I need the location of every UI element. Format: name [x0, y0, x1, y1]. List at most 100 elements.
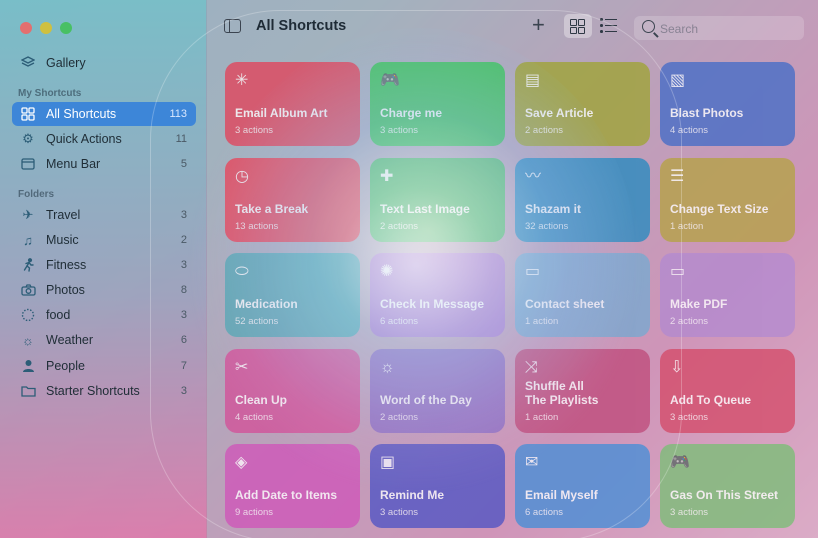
folder-icon: [20, 383, 36, 399]
sidebar-item-count: 5: [180, 158, 187, 170]
sidebar-folder-fitness[interactable]: Fitness 3: [12, 253, 196, 277]
lightbulb-icon: ✺: [380, 263, 394, 280]
sidebar-folder-music[interactable]: ♫ Music 2: [12, 228, 196, 252]
sidebar-item-count: 7: [180, 360, 187, 372]
sidebar-folder-people[interactable]: People 7: [12, 354, 196, 378]
sparkle-icon: ✳: [235, 72, 249, 89]
grid-view-button[interactable]: [564, 14, 592, 38]
shortcut-card[interactable]: ✺ Check In Message 6 actions: [370, 253, 505, 337]
message-plus-icon: ✚: [380, 167, 394, 185]
shortcut-title: Word of the Day: [380, 392, 472, 407]
sidebar-toggle-icon[interactable]: [224, 19, 241, 33]
sidebar-folder-starter-shortcuts[interactable]: Starter Shortcuts 3: [12, 379, 196, 403]
shortcut-title: Add To Queue: [670, 392, 752, 407]
game-controller-icon: 🎮: [670, 454, 690, 471]
shortcut-title: Remind Me: [380, 488, 445, 502]
sidebar-folder-photos[interactable]: Photos 8: [12, 278, 196, 302]
person-icon: [20, 358, 36, 374]
shortcut-action-count: 3 actions: [670, 507, 709, 518]
shortcut-action-count: 3 actions: [380, 125, 419, 136]
sidebar-folder-weather[interactable]: ☼ Weather 6: [12, 328, 196, 352]
shortcut-card[interactable]: 🎮 Gas On This Street 3 actions: [660, 444, 795, 528]
shortcut-action-count: 4 actions: [670, 125, 709, 136]
tray-down-icon: ⇩: [670, 358, 684, 376]
grid-icon: [20, 106, 36, 122]
sidebar-item-label: Starter Shortcuts: [46, 384, 140, 398]
shortcut-action-count: 1 action: [525, 316, 559, 327]
shortcut-title: Blast Photos: [670, 106, 744, 120]
sidebar-item-label: Photos: [46, 283, 85, 297]
shortcut-card[interactable]: ✳ Email Album Art 3 actions: [225, 62, 360, 146]
sidebar-item-menu-bar[interactable]: Menu Bar 5: [12, 152, 196, 176]
sidebar-item-label: Fitness: [46, 258, 87, 272]
shortcut-card[interactable]: ⤨ Shuffle All The Playlists 1 action: [515, 348, 650, 433]
dotted-circle-icon: [20, 307, 36, 323]
shortcut-title: Gas On This Street: [670, 488, 779, 502]
shortcut-card[interactable]: ☰ Change Text Size 1 action: [660, 157, 795, 242]
shortcut-title: Medication: [235, 297, 298, 311]
shuffle-icon: ⤨: [525, 358, 538, 376]
shortcut-card[interactable]: ▤ Save Article 2 actions: [515, 62, 650, 146]
sidebar-item-label: food: [46, 308, 71, 322]
shortcut-action-count: 13 actions: [235, 220, 279, 232]
shortcut-title: Add Date to Items: [235, 488, 338, 502]
shortcut-card[interactable]: ▭ Make PDF 2 actions: [660, 253, 795, 337]
shortcut-action-count: 52 actions: [235, 316, 279, 327]
shortcut-action-count: 32 actions: [525, 220, 569, 232]
sidebar-item-quick-actions[interactable]: ⚙ Quick Actions 11: [12, 127, 196, 151]
menubar-icon: [20, 156, 36, 172]
airplane-icon: ✈: [22, 207, 34, 222]
minimize-button[interactable]: [40, 22, 52, 34]
shortcuts-window: Gallery My Shortcuts All Shortcuts 113 ⚙…: [0, 0, 818, 538]
document-icon: ▭: [525, 263, 541, 280]
music-note-icon: ♫: [23, 232, 33, 248]
shortcut-action-count: 3 actions: [380, 507, 419, 518]
shortcut-card[interactable]: 〰 Shazam it 32 actions: [515, 157, 650, 242]
shortcut-card[interactable]: ◈ Add Date to Items 9 actions: [225, 444, 360, 528]
shortcut-action-count: 6 actions: [380, 316, 419, 327]
shortcut-card[interactable]: ◷ Take a Break 13 actions: [225, 157, 360, 242]
sidebar-item-label: Weather: [46, 333, 94, 347]
game-controller-icon: 🎮: [380, 72, 400, 89]
section-label-folders: Folders: [18, 189, 55, 200]
shortcut-card[interactable]: ✂ Clean Up 4 actions: [225, 348, 360, 433]
shortcut-card[interactable]: ⇩ Add To Queue 3 actions: [660, 348, 795, 433]
search-input[interactable]: [658, 19, 802, 39]
sidebar-item-label: Travel: [46, 208, 81, 222]
sidebar-folder-travel[interactable]: ✈ Travel 3: [12, 203, 196, 227]
shortcut-title: Email Myself: [525, 488, 598, 502]
shortcut-card[interactable]: ✚ Text Last Image 2 actions: [370, 157, 505, 242]
shortcut-card[interactable]: ✉ Email Myself 6 actions: [515, 444, 650, 528]
shortcut-title: Email Album Art: [235, 106, 328, 120]
shortcut-card[interactable]: ⬭ Medication 52 actions: [225, 253, 360, 337]
shortcut-action-count: 6 actions: [525, 507, 564, 518]
sidebar-item-count: 3: [180, 209, 187, 221]
timer-icon: ◷: [235, 167, 249, 185]
shortcut-card[interactable]: ▭ Contact sheet 1 action: [515, 253, 650, 337]
photo-icon: ▧: [670, 72, 686, 89]
scissors-icon: ✂: [235, 358, 249, 376]
shortcut-card[interactable]: ☼ Word of the Day 2 actions: [370, 348, 505, 433]
sidebar-item-count: 8: [180, 284, 187, 296]
sidebar-item-all-shortcuts[interactable]: All Shortcuts 113: [12, 102, 196, 126]
pill-icon: ⬭: [235, 263, 249, 280]
shortcut-card[interactable]: ▣ Remind Me 3 actions: [370, 444, 505, 528]
section-label-my-shortcuts: My Shortcuts: [18, 88, 82, 99]
runner-icon: [20, 257, 36, 273]
shortcut-title: Text Last Image: [380, 201, 470, 216]
layers-icon: ◈: [235, 454, 248, 471]
shortcut-card[interactable]: 🎮 Charge me 3 actions: [370, 62, 505, 146]
add-shortcut-button[interactable]: +: [532, 13, 545, 37]
list-view-button[interactable]: [600, 17, 618, 33]
reader-icon: ▤: [525, 72, 541, 89]
sidebar-item-count: 11: [175, 133, 187, 145]
sidebar-folder-food[interactable]: food 3: [12, 303, 196, 327]
sidebar-item-gallery[interactable]: Gallery: [12, 51, 196, 75]
close-button[interactable]: [20, 22, 32, 34]
shortcuts-grid: ✳ Email Album Art 3 actions 🎮 Charge me 3 act…: [225, 62, 795, 532]
search-field[interactable]: [634, 16, 804, 40]
gear-icon: ⚙: [22, 131, 34, 146]
sun-icon: ☼: [22, 332, 34, 348]
zoom-button[interactable]: [60, 22, 72, 34]
shortcut-card[interactable]: ▧ Blast Photos 4 actions: [660, 62, 795, 146]
